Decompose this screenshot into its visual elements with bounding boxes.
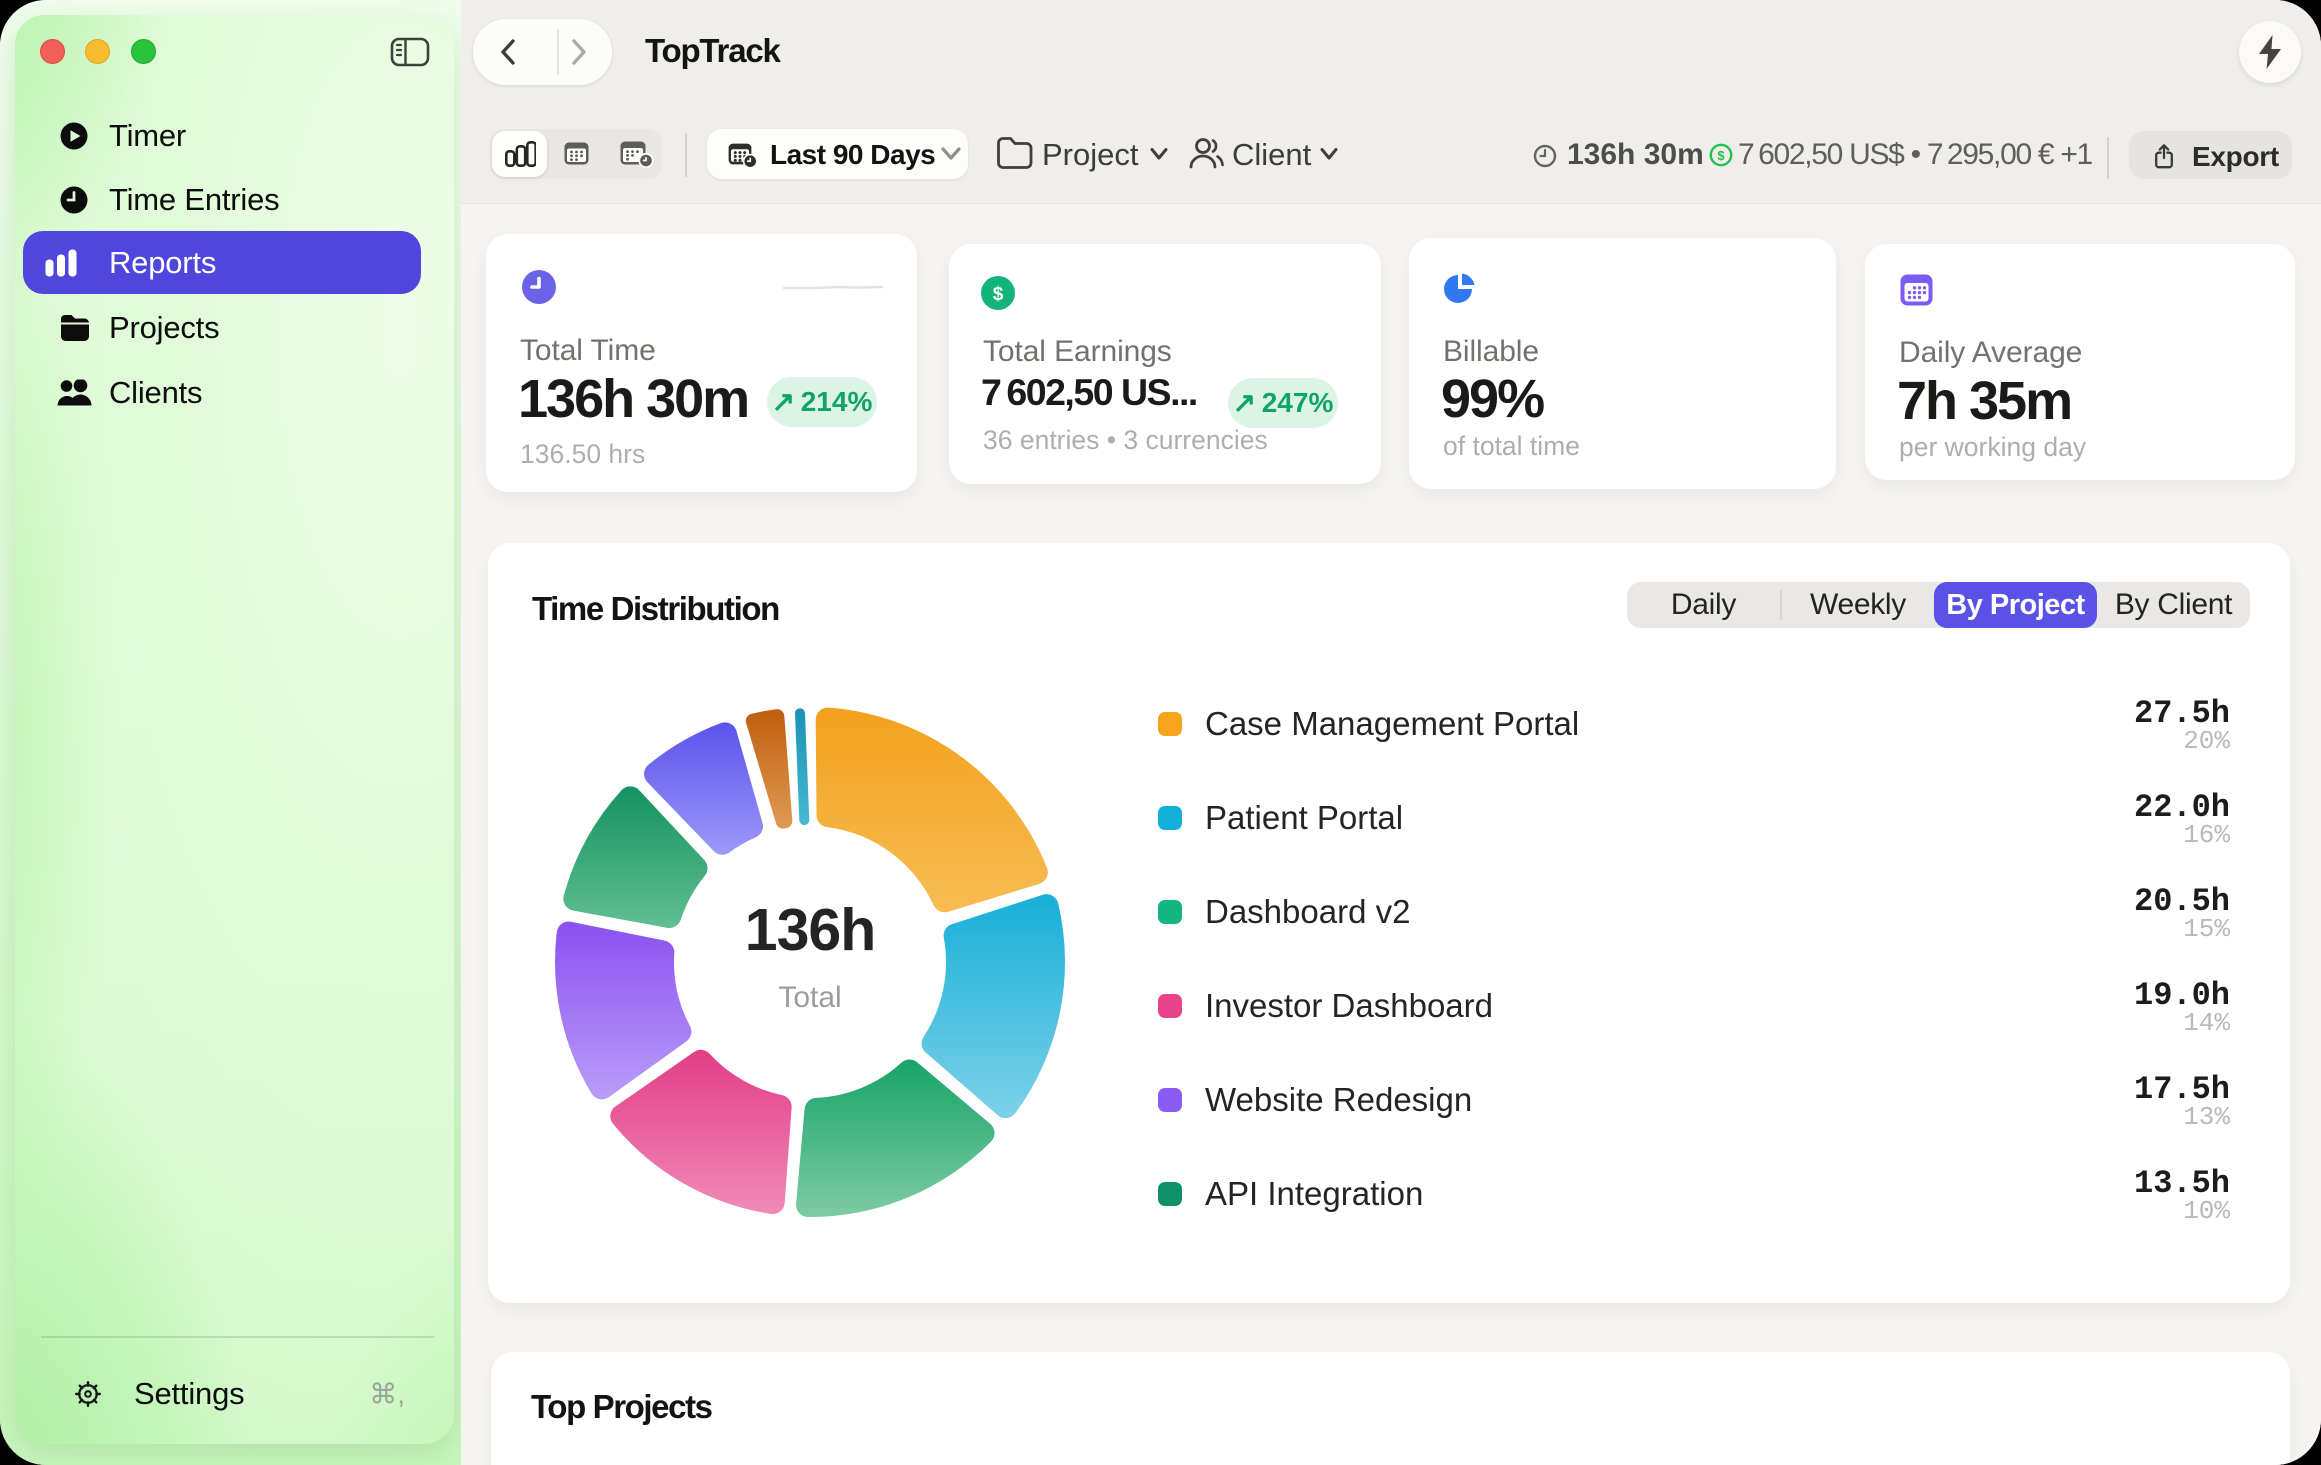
- svg-text:$: $: [1717, 148, 1725, 163]
- svg-text:$: $: [993, 284, 1004, 305]
